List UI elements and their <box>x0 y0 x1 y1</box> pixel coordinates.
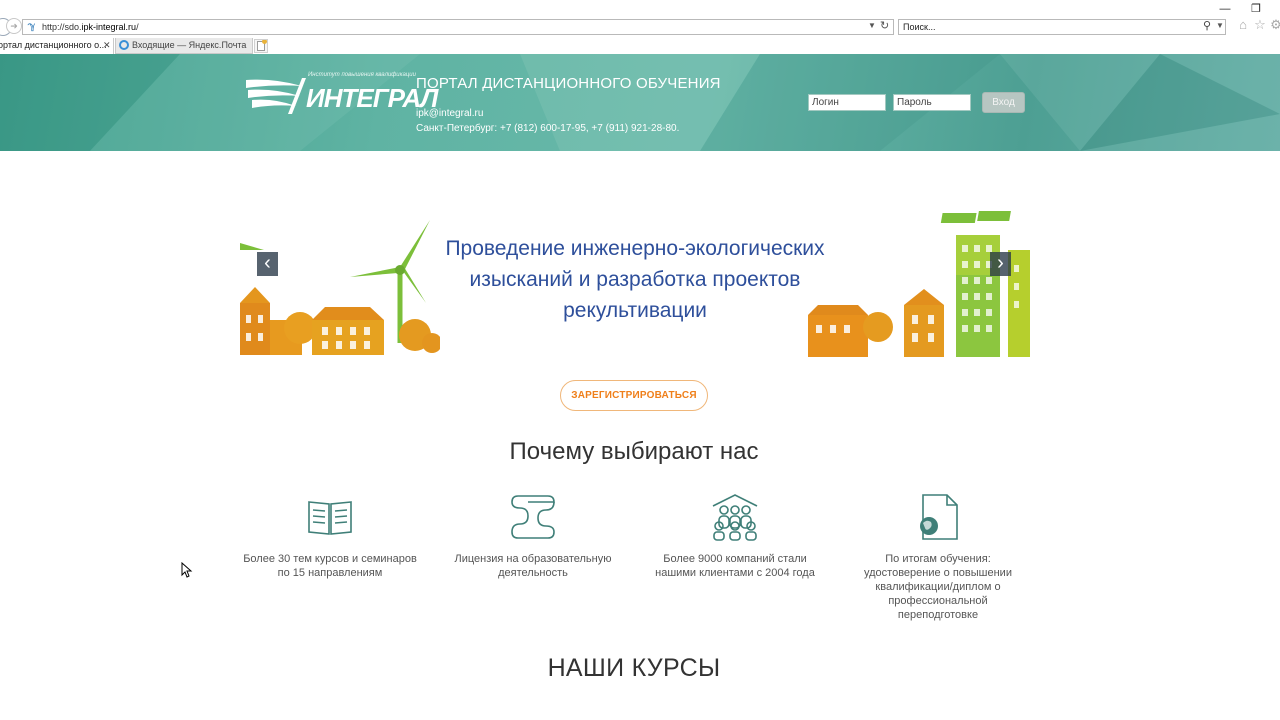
why-us-title: Почему выбирают нас <box>509 438 759 465</box>
home-icon[interactable]: ⌂ <box>1236 18 1250 32</box>
feature-courses-text: Более 30 тем курсов и семинаров по 15 на… <box>243 553 417 579</box>
browser-search-placeholder: Поиск... <box>903 22 936 32</box>
tab-yandex-mail[interactable]: Входящие — Яндекс.Почта <box>115 38 253 54</box>
search-dropdown-icon[interactable]: ▼ <box>1216 21 1224 30</box>
contact-email[interactable]: ipk@integral.ru <box>416 108 483 119</box>
tab-portal[interactable]: ортал дистанционного о... ✕ <box>0 38 114 54</box>
certificate-document-icon <box>920 494 958 540</box>
ie-page-icon <box>119 40 129 50</box>
feature-clients-text: Более 9000 компаний стали нашими клиента… <box>655 553 815 579</box>
eco-town-left-illustration <box>240 220 440 355</box>
tab-strip: ортал дистанционного о... ✕ Входящие — Я… <box>0 38 1280 54</box>
settings-gear-icon[interactable]: ⚙ <box>1269 18 1280 32</box>
banner-text: Проведение инженерно-экологических изыск… <box>445 237 825 322</box>
new-tab-icon <box>257 40 267 51</box>
eco-city-right-illustration <box>808 211 1030 357</box>
logo-tagline: Институт повышения квалификации <box>308 72 416 78</box>
forward-button[interactable]: ➜ <box>6 18 22 34</box>
portal-title: ПОРТАЛ ДИСТАНЦИОННОГО ОБУЧЕНИЯ <box>416 75 721 92</box>
feature-license-text: Лицензия на образовательную деятельность <box>454 553 612 579</box>
tab-portal-label: ортал дистанционного о... <box>0 40 107 50</box>
refresh-icon[interactable]: ↻ <box>880 19 889 32</box>
login-button[interactable]: Вход <box>982 92 1025 113</box>
favorites-star-icon[interactable]: ☆ <box>1253 18 1267 32</box>
feature-clients: Более 9000 компаний стали нашими клиента… <box>645 492 825 580</box>
search-icon[interactable]: ⚲ <box>1203 19 1211 32</box>
book-icon <box>308 501 352 535</box>
address-dropdown-icon[interactable]: ▼ <box>868 21 876 30</box>
password-input[interactable]: Пароль <box>893 94 971 111</box>
feature-certificate-text: По итогам обучения: удостоверение о повы… <box>864 553 1012 621</box>
logo-wings-icon <box>246 78 306 114</box>
slider-prev-button[interactable]: ‹ <box>257 252 278 276</box>
feature-certificate: По итогам обучения: удостоверение о повы… <box>848 492 1028 622</box>
close-tab-icon[interactable]: ✕ <box>103 38 111 53</box>
banner-slider: Проведение инженерно-экологических изыск… <box>240 205 1030 360</box>
site-header: Институт повышения квалификации ИНТЕГРАЛ… <box>0 54 1280 151</box>
courses-title: НАШИ КУРСЫ <box>547 654 721 682</box>
tab-yandex-mail-label: Входящие — Яндекс.Почта <box>132 40 247 50</box>
restore-button[interactable]: ❐ <box>1249 2 1263 16</box>
new-tab-button[interactable] <box>254 39 268 53</box>
license-scroll-icon <box>511 495 555 539</box>
register-button[interactable]: ЗАРЕГИСТРИРОВАТЬСЯ <box>560 380 708 411</box>
feature-courses: Более 30 тем курсов и семинаров по 15 на… <box>240 492 420 580</box>
slider-next-button[interactable]: › <box>990 252 1011 276</box>
contact-phones: Санкт-Петербург: +7 (812) 600-17-95, +7 … <box>416 123 680 134</box>
browser-search-field[interactable] <box>898 19 1226 35</box>
site-logo[interactable]: Институт повышения квалификации ИНТЕГРАЛ <box>244 72 438 117</box>
people-icon <box>712 494 758 541</box>
mouse-cursor-icon <box>181 562 193 578</box>
header-background-pattern <box>0 54 1280 151</box>
feature-license: Лицензия на образовательную деятельность <box>443 492 623 580</box>
url-text[interactable]: http://sdo.ipk-integral.ru/ <box>42 21 139 33</box>
site-favicon-icon: ℽ <box>28 21 36 32</box>
address-bar[interactable] <box>22 19 894 35</box>
minimize-button[interactable]: — <box>1218 2 1232 16</box>
login-input[interactable]: Логин <box>808 94 886 111</box>
browser-chrome: — ❐ ➜ ℽ http://sdo.ipk-integral.ru/ ▼ ↻ … <box>0 0 1280 54</box>
